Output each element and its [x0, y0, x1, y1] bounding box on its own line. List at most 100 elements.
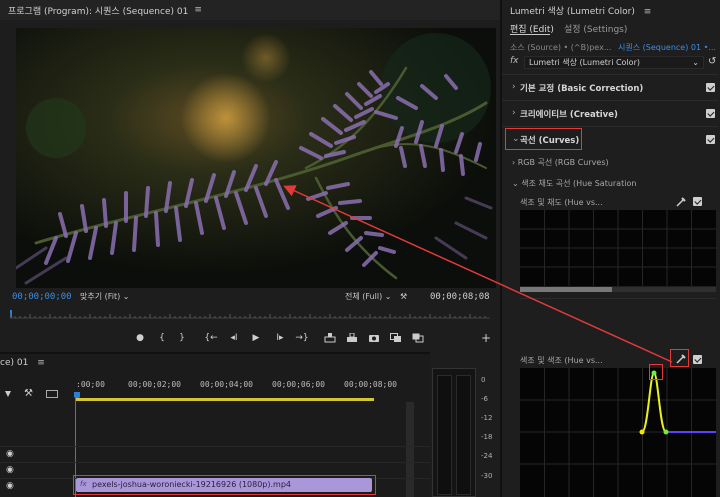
program-monitor-title[interactable]: 프로그램 (Program): 시퀀스 (Sequence) 01 [8, 4, 188, 17]
enable-checkbox[interactable] [693, 197, 702, 206]
scrollbar-thumb[interactable] [520, 287, 612, 292]
duration-timecode: 00;00;08;08 [430, 292, 490, 302]
fern-frame-image [16, 28, 496, 288]
enable-checkbox[interactable] [706, 135, 715, 144]
graph-scrollbar[interactable] [520, 287, 716, 292]
hue-hue-curve-peak[interactable] [641, 371, 667, 433]
section-creative[interactable]: › 크리에이티브 (Creative) [502, 100, 718, 126]
captions-icon[interactable] [46, 390, 58, 398]
eye-icon[interactable]: ◉ [6, 481, 14, 491]
effect-row: fx Lumetri 색상 (Lumetri Color) ⌄ ↺ [510, 56, 716, 70]
timeline-menu-icon[interactable]: ≡ [37, 358, 45, 368]
eye-icon[interactable]: ◉ [6, 465, 14, 475]
lift-icon[interactable] [322, 330, 338, 346]
timeline-title[interactable]: ce) 01 [0, 358, 28, 368]
meter-channel-left [437, 375, 452, 495]
source-clip-label[interactable]: 소스 (Source) • (^B)pex... [510, 43, 611, 52]
lumetri-panel-header: Lumetri 색상 (Lumetri Color) ≡ [510, 4, 651, 17]
section-title: 기본 교정 (Basic Correction) [520, 84, 644, 94]
ruler-label: :00;00 [76, 380, 105, 389]
resolution-select[interactable]: 전체 (Full) ⌄ ⚒ [345, 291, 407, 302]
program-menu-icon[interactable]: ≡ [194, 5, 202, 15]
highlight-box [505, 128, 582, 150]
fx-badge[interactable]: fx [510, 56, 519, 66]
wrench-icon[interactable]: ⚒ [400, 292, 407, 301]
step-back-button[interactable]: ◂I [226, 330, 242, 346]
reset-icon[interactable]: ↺ [708, 56, 716, 67]
chevron-down-icon: ⌄ [692, 58, 699, 67]
program-monitor: 프로그램 (Program): 시퀀스 (Sequence) 01 ≡ 00;0… [0, 0, 500, 352]
zoom-fit-select[interactable]: 맞추기 (Fit) ⌄ [80, 291, 130, 302]
extract-icon[interactable] [344, 330, 360, 346]
enable-checkbox[interactable] [706, 83, 715, 92]
hue-vs-sat-graph[interactable] [520, 210, 716, 286]
step-forward-button[interactable]: I▸ [272, 330, 288, 346]
effect-select[interactable]: Lumetri 색상 (Lumetri Color) ⌄ [524, 56, 704, 69]
program-scrub-bar[interactable] [10, 310, 490, 322]
sequence-clip-label[interactable]: 시퀀스 (Sequence) 01 •... [618, 43, 716, 52]
highlight-box [670, 349, 689, 367]
lumetri-color-panel: Lumetri 색상 (Lumetri Color) ≡ 편집 (Edit) 설… [500, 0, 720, 497]
hue-vs-sat-label: 색조 및 채도 (Hue vs... [520, 198, 603, 207]
ruler-label: 00;00;04;00 [200, 380, 253, 389]
multicam-icon[interactable] [410, 330, 426, 346]
program-monitor-header: 프로그램 (Program): 시퀀스 (Sequence) 01 ≡ [0, 0, 500, 20]
go-to-in-button[interactable]: {← [203, 330, 219, 346]
current-timecode[interactable]: 00;00;00;00 [12, 292, 72, 302]
active-tab-indicator [510, 34, 550, 35]
db-label: -30 [481, 472, 493, 480]
audio-meter [432, 368, 476, 497]
section-basic-correction[interactable]: › 기본 교정 (Basic Correction) [502, 74, 718, 100]
timeline-header: ce) 01 ≡ [0, 358, 45, 368]
enable-checkbox[interactable] [706, 109, 715, 118]
hue-saturation-toggle[interactable]: ⌄ 색조 채도 곡선 (Hue Saturation [512, 178, 636, 189]
section-title: 크리에이티브 (Creative) [520, 110, 618, 120]
compare-view-icon[interactable] [388, 330, 404, 346]
mark-out-button[interactable]: } [174, 330, 190, 346]
snap-icon[interactable] [4, 390, 12, 398]
tab-settings[interactable]: 설정 (Settings) [564, 22, 627, 35]
play-button[interactable]: ▶ [248, 330, 264, 346]
ruler-label: 00;00;08;00 [344, 380, 397, 389]
chevron-right-icon: › [512, 82, 516, 92]
transport-controls: ● { } {← ◂I ▶ I▸ →} + [0, 330, 500, 348]
meter-channel-right [456, 375, 471, 495]
ruler-label: 00;00;06;00 [272, 380, 325, 389]
chevron-down-icon: ⌄ [122, 292, 130, 301]
eyedropper-icon[interactable] [674, 195, 688, 209]
db-label: -18 [481, 433, 493, 441]
camera-icon[interactable] [366, 330, 382, 346]
ruler-label: 00;00;02;00 [128, 380, 181, 389]
work-area-bar[interactable] [76, 398, 374, 401]
hue-vs-hue-graph[interactable] [520, 368, 716, 497]
add-marker-button[interactable]: ● [132, 330, 148, 346]
enable-checkbox[interactable] [693, 355, 702, 364]
track-row: ◉ [0, 446, 430, 462]
go-to-out-button[interactable]: →} [294, 330, 310, 346]
divider [520, 298, 716, 299]
hue-vs-hue-label: 색조 및 색조 (Hue vs... [520, 356, 603, 365]
chevron-right-icon: › [512, 108, 516, 118]
rgb-curves-toggle[interactable]: › RGB 곡선 (RGB Curves) [512, 157, 609, 168]
zoom-fit-label: 맞추기 (Fit) [80, 292, 121, 301]
lumetri-menu-icon[interactable]: ≡ [644, 7, 652, 17]
curve-point[interactable] [663, 429, 669, 435]
mark-in-button[interactable]: { [154, 330, 170, 346]
effect-select-value: Lumetri 색상 (Lumetri Color) [529, 58, 640, 67]
highlight-box [649, 364, 663, 380]
eye-icon[interactable]: ◉ [6, 449, 14, 459]
lumetri-panel-title[interactable]: Lumetri 색상 (Lumetri Color) [510, 7, 635, 17]
add-button[interactable]: + [478, 330, 494, 346]
video-preview[interactable] [16, 28, 496, 288]
source-sequence-selector[interactable]: 소스 (Source) • (^B)pex... 시퀀스 (Sequence) … [510, 42, 716, 53]
rgb-curves-label: RGB 곡선 (RGB Curves) [517, 158, 609, 167]
db-label: -24 [481, 452, 493, 460]
hue-saturation-label: 색조 채도 곡선 (Hue Saturation [521, 179, 637, 188]
db-label: 0 [481, 376, 486, 384]
wrench-icon[interactable]: ⚒ [24, 388, 33, 399]
db-label: -12 [481, 414, 493, 422]
timeline-ruler[interactable]: :00;00 00;00;02;00 00;00;04;00 00;00;06;… [74, 380, 414, 398]
chevron-down-icon: ⌄ [384, 292, 392, 301]
curve-point[interactable] [639, 429, 645, 435]
highlight-box [73, 475, 376, 495]
